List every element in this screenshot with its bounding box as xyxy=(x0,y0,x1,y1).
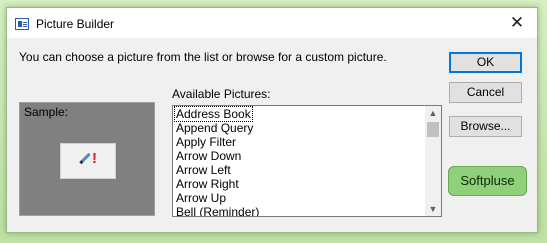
list-item[interactable]: Bell (Reminder) xyxy=(176,205,259,216)
ok-button[interactable]: OK xyxy=(449,52,522,73)
exclamation-icon: ! xyxy=(92,150,97,167)
softpluse-watermark: Softpluse xyxy=(448,166,527,196)
instructions-text: You can choose a picture from the list o… xyxy=(19,50,387,64)
picture-builder-dialog: Picture Builder ✕ You can choose a pictu… xyxy=(6,7,538,233)
title-bar[interactable]: Picture Builder ✕ xyxy=(7,8,537,38)
scroll-down-icon[interactable]: ▼ xyxy=(425,202,441,216)
scroll-up-icon[interactable]: ▲ xyxy=(425,106,441,120)
list-item[interactable]: Append Query xyxy=(176,121,253,135)
available-pictures-label: Available Pictures: xyxy=(172,87,271,101)
list-item[interactable]: Address Book xyxy=(174,106,253,122)
cancel-button[interactable]: Cancel xyxy=(449,82,522,103)
sample-preview: Sample: ! xyxy=(19,102,155,216)
list-item[interactable]: Arrow Left xyxy=(176,163,231,177)
pencil-icon xyxy=(81,152,91,163)
browse-button[interactable]: Browse... xyxy=(449,116,522,137)
vertical-scrollbar[interactable]: ▲ ▼ xyxy=(425,106,441,216)
pencil-exclamation-icon: ! xyxy=(60,143,116,179)
list-item[interactable]: Arrow Right xyxy=(176,177,239,191)
close-button[interactable]: ✕ xyxy=(497,8,537,38)
form-icon xyxy=(15,18,29,30)
list-item[interactable]: Apply Filter xyxy=(176,135,236,149)
list-item[interactable]: Arrow Down xyxy=(176,149,241,163)
scroll-thumb[interactable] xyxy=(427,122,439,137)
window-title: Picture Builder xyxy=(36,17,115,31)
sample-label: Sample: xyxy=(24,105,69,119)
list-item[interactable]: Arrow Up xyxy=(176,191,226,205)
available-pictures-list[interactable]: Address Book Append Query Apply Filter A… xyxy=(172,105,442,217)
